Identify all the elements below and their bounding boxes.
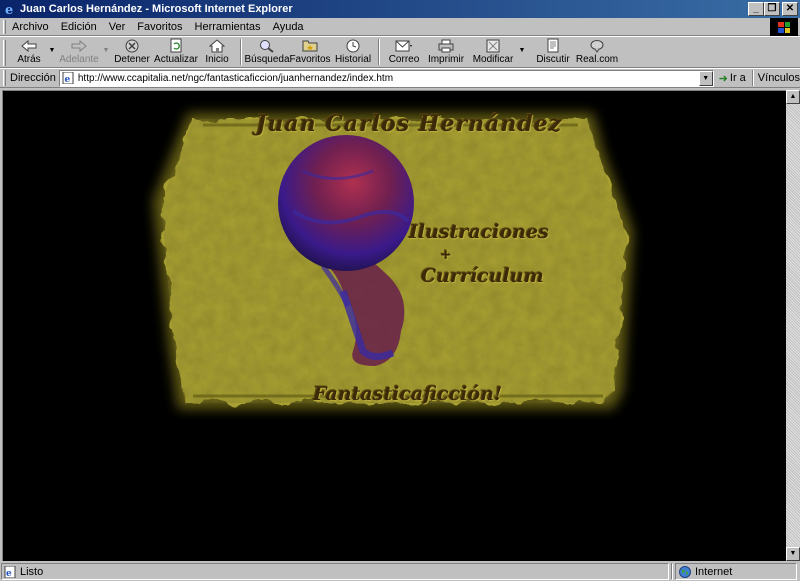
- ie-icon: e: [2, 2, 16, 16]
- back-arrow-icon: [20, 38, 38, 53]
- security-zone-pane: Internet: [675, 563, 797, 580]
- address-label: Dirección: [10, 72, 56, 84]
- page-icon: e: [62, 72, 74, 84]
- menu-archivo[interactable]: Archivo: [12, 21, 49, 33]
- menu-ayuda[interactable]: Ayuda: [273, 21, 304, 33]
- status-main-pane: e Listo: [1, 563, 669, 580]
- edit-button[interactable]: Modificar: [468, 37, 518, 67]
- toolbar-separator: [378, 39, 380, 65]
- go-arrow-icon: ➜: [718, 72, 728, 85]
- refresh-icon: [167, 38, 185, 53]
- forward-button[interactable]: Adelante: [56, 37, 102, 67]
- page-done-icon: e: [4, 565, 16, 578]
- toolbar-separator: [240, 39, 242, 65]
- scroll-up-icon[interactable]: ▲: [786, 90, 800, 104]
- menu-edicion[interactable]: Edición: [61, 21, 97, 33]
- favorites-button[interactable]: Favoritos: [288, 37, 332, 67]
- discuss-label: Discutir: [536, 54, 570, 65]
- stop-label: Detener: [114, 54, 150, 65]
- go-label: Ir a: [729, 72, 746, 84]
- window-title: Juan Carlos Hernández - Microsoft Intern…: [20, 3, 293, 15]
- menu-favoritos[interactable]: Favoritos: [137, 21, 182, 33]
- search-label: Búsqueda: [244, 54, 290, 65]
- history-icon: [344, 38, 362, 53]
- curriculum-link[interactable]: Currículum: [421, 265, 544, 287]
- standard-toolbar: Atrás ▼ Adelante ▼ Detener Actualizar In…: [0, 36, 800, 68]
- page-heading: Juan Carlos Hernández: [256, 111, 563, 137]
- home-button[interactable]: Inicio: [198, 37, 236, 67]
- zone-text: Internet: [695, 565, 733, 578]
- stop-button[interactable]: Detener: [110, 37, 154, 67]
- forward-label: Adelante: [59, 54, 99, 65]
- address-field[interactable]: e ▼: [58, 69, 714, 87]
- home-icon: [208, 38, 226, 53]
- menu-herramientas[interactable]: Herramientas: [195, 21, 261, 33]
- mail-label: Correo: [388, 54, 420, 65]
- print-button[interactable]: Imprimir: [424, 37, 468, 67]
- fantasticaficcion-link[interactable]: Fantasticaficción!: [313, 383, 502, 405]
- mail-icon: [395, 38, 413, 53]
- menu-bar: Archivo Edición Ver Favoritos Herramient…: [0, 18, 800, 36]
- address-input[interactable]: [77, 71, 698, 85]
- scroll-track[interactable]: [786, 104, 800, 547]
- address-grip[interactable]: [3, 70, 6, 86]
- address-bar: Dirección e ▼ ➜ Ir a Vínculos: [0, 68, 800, 88]
- close-button[interactable]: ✕: [782, 2, 798, 16]
- links-label: Vínculos: [757, 72, 800, 84]
- back-label: Atrás: [17, 54, 41, 65]
- back-dropdown-icon[interactable]: ▼: [48, 47, 56, 54]
- title-bar: e Juan Carlos Hernández - Microsoft Inte…: [0, 0, 800, 18]
- forward-dropdown-icon[interactable]: ▼: [102, 47, 110, 54]
- mail-button[interactable]: Correo: [384, 37, 424, 67]
- windows-logo-icon: [770, 18, 798, 36]
- plus-text: +: [440, 247, 452, 263]
- home-label: Inicio: [205, 54, 229, 65]
- minimize-button[interactable]: _: [748, 2, 764, 16]
- realcom-icon: [588, 38, 606, 53]
- globe-icon: [679, 565, 691, 578]
- realcom-label: Real.com: [575, 54, 619, 65]
- svg-text:e: e: [64, 75, 70, 84]
- edit-page-icon: [484, 38, 502, 53]
- printer-icon: [437, 38, 455, 53]
- discuss-icon: [544, 38, 562, 53]
- status-pane: [671, 563, 673, 580]
- page-content: Juan Carlos Hernández Ilustraciones + Cu…: [2, 90, 786, 561]
- search-button[interactable]: Búsqueda: [244, 37, 290, 67]
- search-icon: [258, 38, 276, 53]
- address-dropdown-icon[interactable]: ▼: [698, 70, 713, 86]
- refresh-button[interactable]: Actualizar: [154, 37, 198, 67]
- restore-button[interactable]: ❐: [764, 2, 780, 16]
- realcom-button[interactable]: Real.com: [574, 37, 620, 67]
- vertical-scrollbar[interactable]: ▲ ▼: [786, 90, 800, 561]
- forward-arrow-icon: [70, 38, 88, 53]
- status-text: Listo: [20, 565, 44, 578]
- parchment-artwork: [153, 113, 633, 409]
- edit-dropdown-icon[interactable]: ▼: [518, 47, 526, 54]
- favorites-label: Favoritos: [289, 54, 331, 65]
- print-label: Imprimir: [427, 54, 465, 65]
- history-label: Historial: [334, 54, 372, 65]
- refresh-label: Actualizar: [154, 54, 198, 65]
- menu-grip[interactable]: [3, 20, 6, 34]
- discuss-button[interactable]: Discutir: [532, 37, 574, 67]
- links-button[interactable]: Vínculos: [758, 72, 800, 84]
- scroll-down-icon[interactable]: ▼: [786, 547, 800, 561]
- toolbar-grip[interactable]: [3, 40, 6, 66]
- back-button[interactable]: Atrás: [10, 37, 48, 67]
- ilustraciones-link[interactable]: Ilustraciones: [409, 221, 549, 243]
- history-button[interactable]: Historial: [332, 37, 374, 67]
- links-separator: [751, 70, 754, 86]
- svg-text:e: e: [6, 569, 12, 578]
- menu-ver[interactable]: Ver: [109, 21, 126, 33]
- svg-text:e: e: [5, 3, 13, 16]
- edit-label: Modificar: [472, 54, 514, 65]
- go-button[interactable]: ➜ Ir a: [719, 72, 746, 85]
- stop-icon: [123, 38, 141, 53]
- status-bar: e Listo Internet: [0, 562, 800, 581]
- favorites-folder-icon: [301, 38, 319, 53]
